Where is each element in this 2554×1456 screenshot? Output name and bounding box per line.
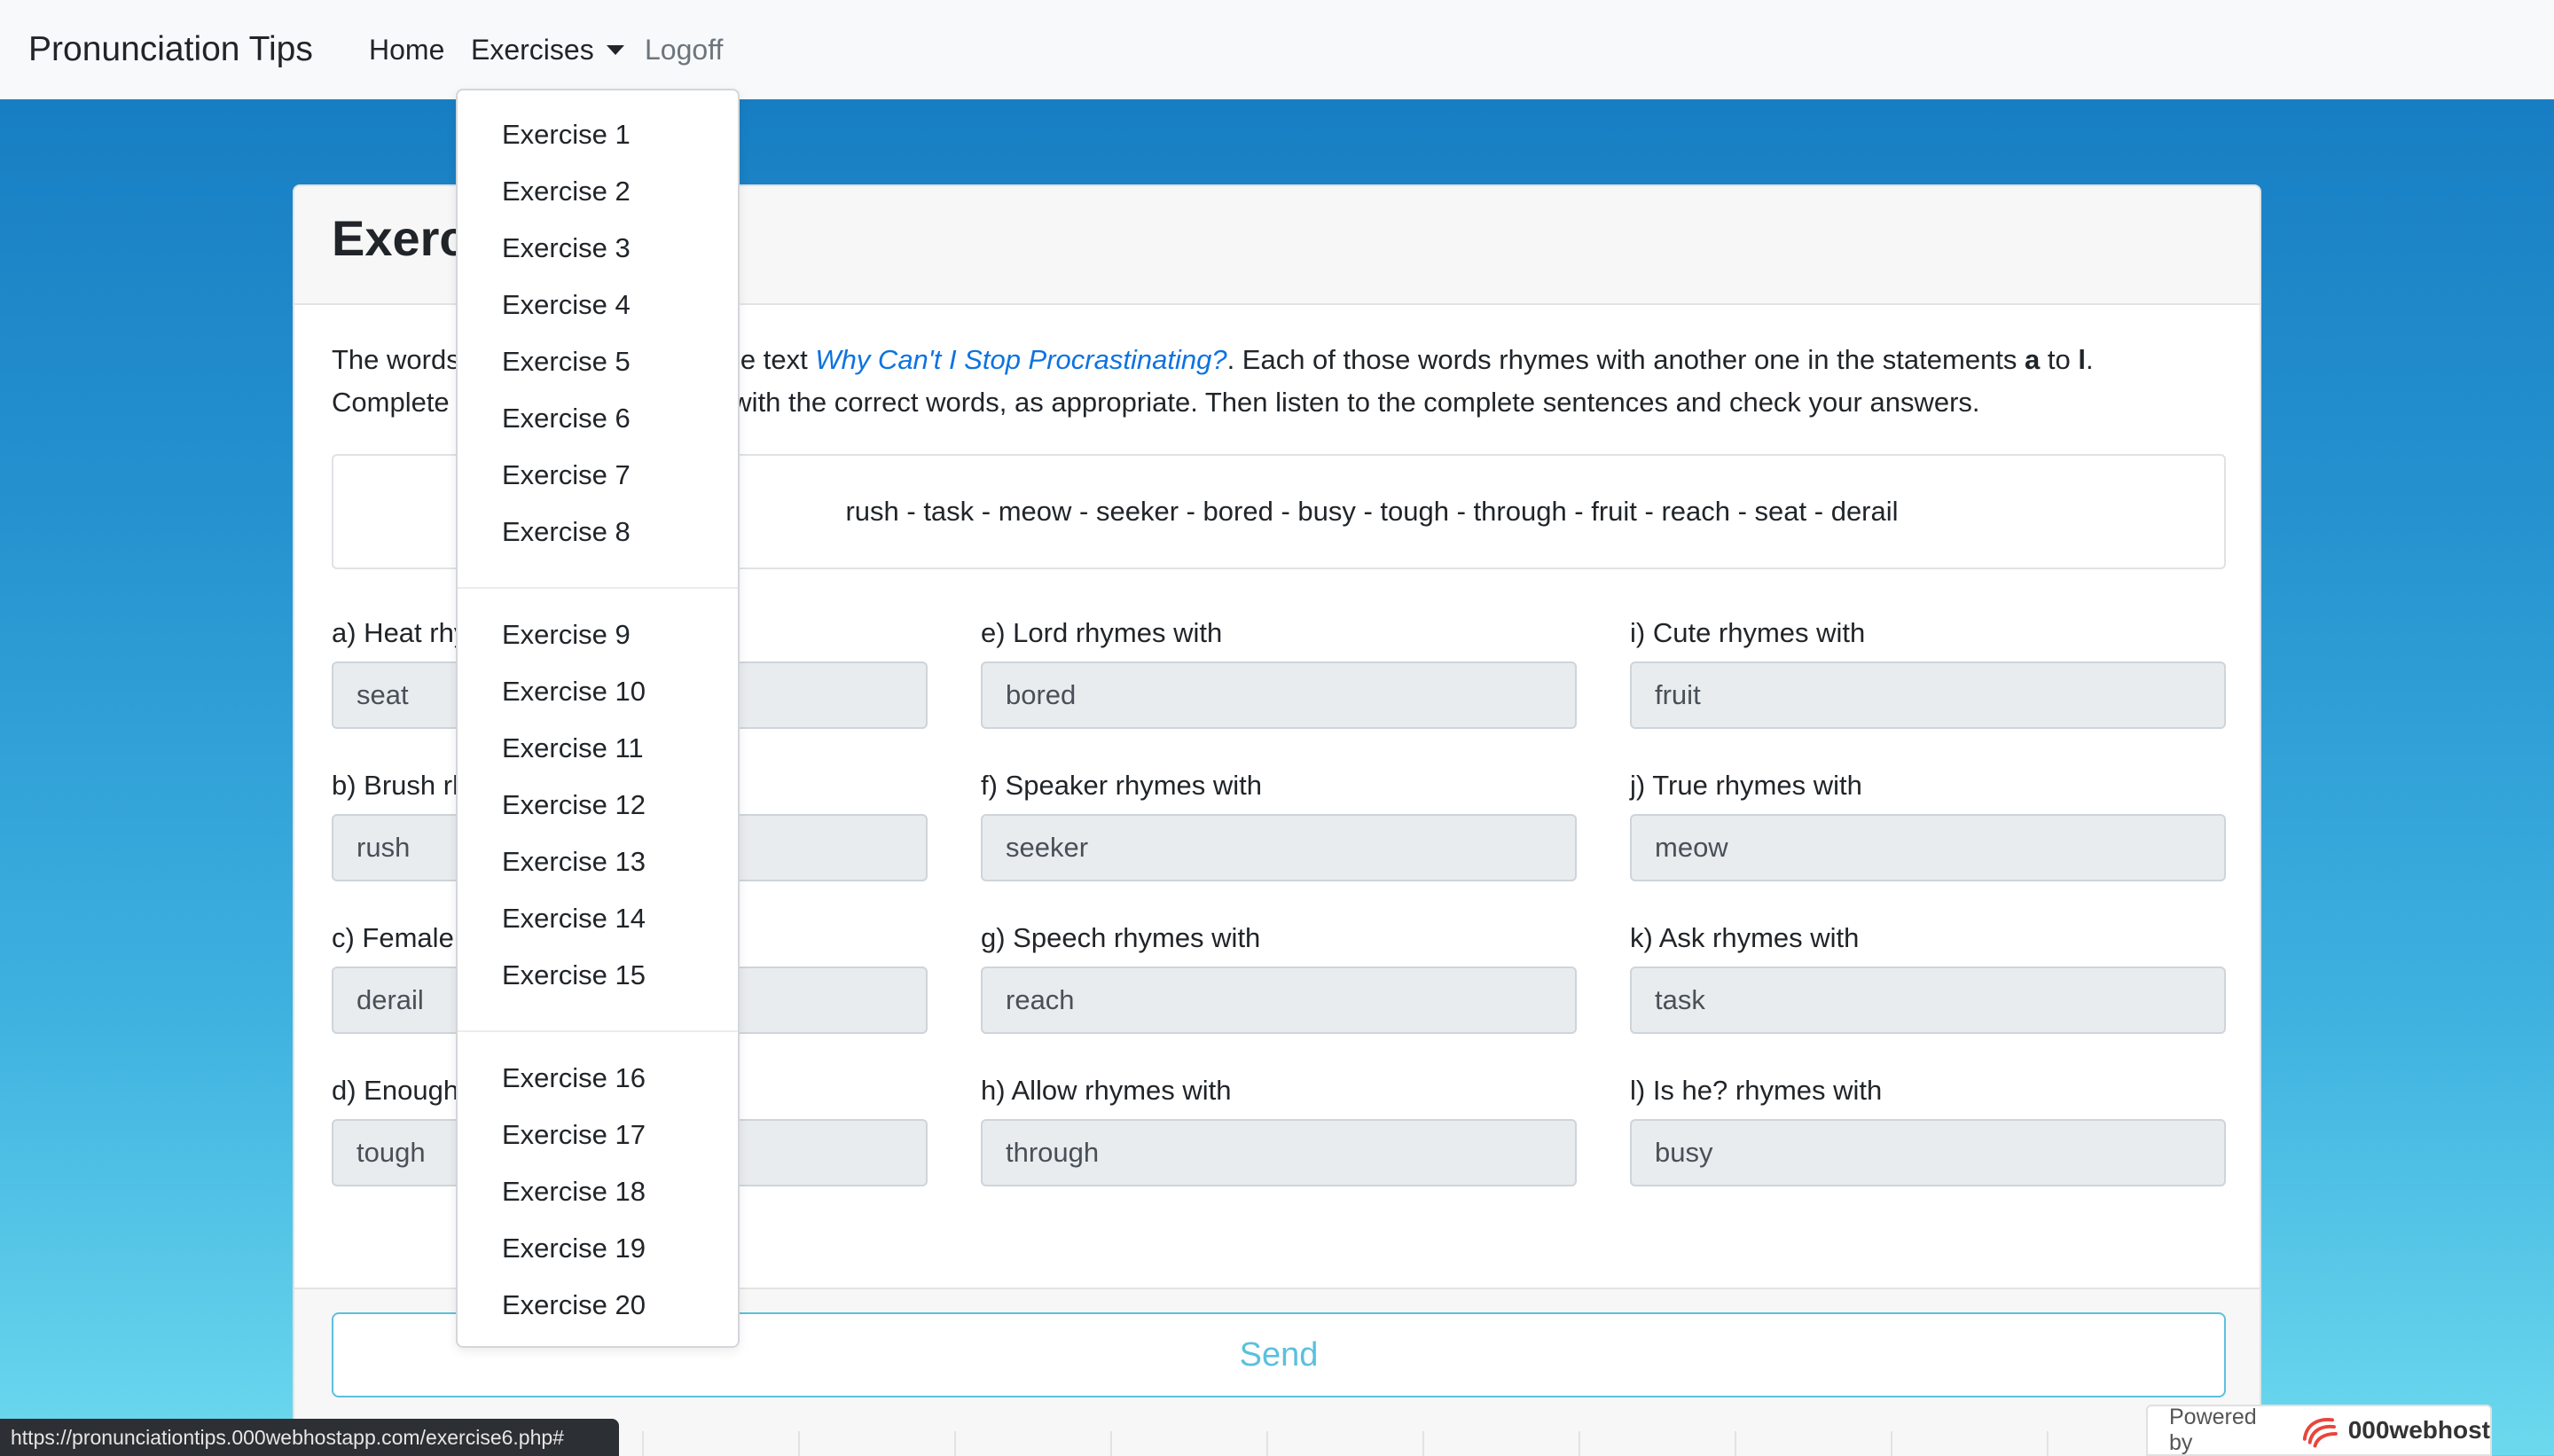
- field-label: l) Is he? rhymes with: [1630, 1075, 1883, 1106]
- nav-exercises-label: Exercises: [471, 33, 594, 66]
- navbar-brand[interactable]: Pronunciation Tips: [28, 30, 313, 69]
- dropdown-item-exercise-11[interactable]: Exercise 11: [502, 731, 644, 766]
- 000webhost-brand: 000webhost: [2347, 1416, 2490, 1444]
- answer-input-j[interactable]: [1630, 814, 2226, 881]
- field-label: k) Ask rhymes with: [1630, 922, 1860, 953]
- field-k: k) Ask rhymes with: [1630, 920, 2226, 1034]
- nav-logoff-link[interactable]: Logoff: [645, 34, 723, 67]
- dropdown-item-exercise-3[interactable]: Exercise 3: [502, 231, 631, 266]
- field-g: g) Speech rhymes with: [981, 920, 1577, 1034]
- dropdown-item-exercise-8[interactable]: Exercise 8: [502, 514, 631, 550]
- dropdown-item-exercise-10[interactable]: Exercise 10: [502, 674, 646, 709]
- answer-input-h[interactable]: [981, 1119, 1577, 1186]
- answer-input-i[interactable]: [1630, 661, 2226, 729]
- answer-input-k[interactable]: [1630, 967, 2226, 1034]
- answer-input-g[interactable]: [981, 967, 1577, 1034]
- dropdown-item-exercise-9[interactable]: Exercise 9: [502, 617, 631, 653]
- dropdown-item-exercise-20[interactable]: Exercise 20: [502, 1288, 646, 1323]
- dropdown-item-exercise-13[interactable]: Exercise 13: [502, 844, 646, 880]
- text-source-link[interactable]: Why Can't I Stop Procrastinating?: [815, 344, 1226, 375]
- dropdown-item-exercise-5[interactable]: Exercise 5: [502, 344, 631, 380]
- field-label: f) Speaker rhymes with: [981, 770, 1262, 801]
- caret-down-icon: [606, 44, 624, 55]
- dropdown-item-exercise-15[interactable]: Exercise 15: [502, 958, 646, 993]
- answer-input-l[interactable]: [1630, 1119, 2226, 1186]
- dropdown-item-exercise-18[interactable]: Exercise 18: [502, 1174, 646, 1209]
- powered-by-label: Powered by: [2169, 1405, 2257, 1455]
- dropdown-item-exercise-16[interactable]: Exercise 16: [502, 1061, 646, 1096]
- field-label: g) Speech rhymes with: [981, 922, 1261, 953]
- field-label: e) Lord rhymes with: [981, 617, 1223, 648]
- field-label: i) Cute rhymes with: [1630, 617, 1866, 648]
- field-l: l) Is he? rhymes with: [1630, 1073, 2226, 1186]
- field-f: f) Speaker rhymes with: [981, 768, 1577, 881]
- 000webhost-logo-icon: [2302, 1418, 2338, 1448]
- dropdown-item-exercise-1[interactable]: Exercise 1: [502, 117, 631, 153]
- field-e: e) Lord rhymes with: [981, 615, 1577, 729]
- dropdown-item-exercise-6[interactable]: Exercise 6: [502, 401, 631, 436]
- nav-home-link[interactable]: Home: [369, 34, 444, 67]
- dropdown-divider: [458, 1030, 738, 1032]
- browser-status-url: https://pronunciationtips.000webhostapp.…: [0, 1419, 619, 1456]
- exercises-dropdown-menu: Exercise 1 Exercise 2 Exercise 3 Exercis…: [456, 89, 740, 1348]
- answer-input-e[interactable]: [981, 661, 1577, 729]
- dropdown-item-exercise-14[interactable]: Exercise 14: [502, 901, 646, 936]
- navbar: Pronunciation Tips Home Exercises Logoff: [0, 0, 2554, 99]
- dropdown-divider: [458, 587, 738, 589]
- dropdown-item-exercise-4[interactable]: Exercise 4: [502, 287, 631, 323]
- dropdown-item-exercise-7[interactable]: Exercise 7: [502, 458, 631, 493]
- field-label: h) Allow rhymes with: [981, 1075, 1232, 1106]
- answer-input-f[interactable]: [981, 814, 1577, 881]
- dropdown-item-exercise-12[interactable]: Exercise 12: [502, 787, 646, 823]
- field-i: i) Cute rhymes with: [1630, 615, 2226, 729]
- field-label: j) True rhymes with: [1630, 770, 1862, 801]
- field-j: j) True rhymes with: [1630, 768, 2226, 881]
- nav-exercises-toggle[interactable]: Exercises: [471, 34, 624, 67]
- dropdown-item-exercise-17[interactable]: Exercise 17: [502, 1117, 646, 1153]
- field-h: h) Allow rhymes with: [981, 1073, 1577, 1186]
- powered-by-badge[interactable]: Powered by 000webhost: [2146, 1405, 2492, 1456]
- dropdown-item-exercise-2[interactable]: Exercise 2: [502, 174, 631, 209]
- dropdown-item-exercise-19[interactable]: Exercise 19: [502, 1231, 646, 1266]
